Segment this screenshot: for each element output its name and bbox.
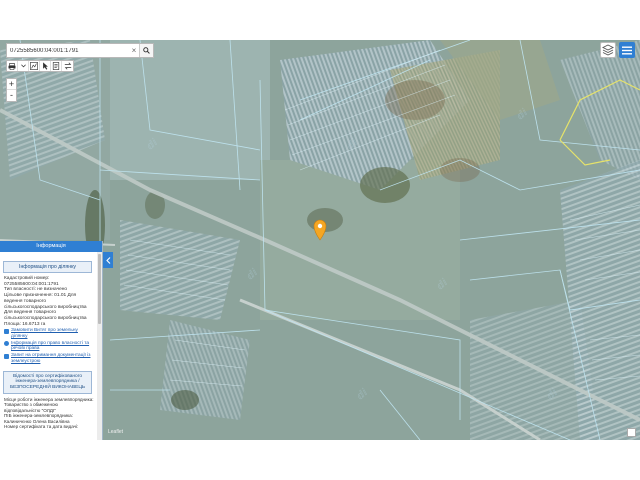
info-panel: Інформація Інформація про ділянку Кадаст… — [0, 241, 103, 440]
chevron-left-icon — [105, 256, 110, 264]
info-line: Для ведення товарного сільськогосподарсь… — [4, 310, 87, 321]
map-toolbar — [6, 60, 74, 72]
select-button[interactable] — [40, 61, 51, 71]
parcel-info: Кадастровий номер: 0725585600:04:001:179… — [0, 273, 97, 365]
swap-icon — [64, 62, 71, 70]
order-extract-link[interactable]: Замовити Витяг про земельну ділянку — [4, 328, 94, 339]
zoom-out-button[interactable]: - — [7, 90, 16, 101]
request-documentation-link[interactable]: Запит на отримання документації із земле… — [4, 353, 94, 364]
measure-button[interactable] — [29, 61, 40, 71]
map-frame: ⅆⅈ ⅆⅈ ⅆⅈ ⅆⅈ ⅆⅈ ⅆⅈ ⅆⅈ × — [0, 40, 640, 440]
collapse-panel-button[interactable] — [103, 252, 113, 268]
dropdown-button[interactable] — [18, 61, 29, 71]
parcel-info-title: Інформація про ділянку — [3, 261, 92, 273]
swap-button[interactable] — [62, 61, 73, 71]
chevron-down-icon — [20, 64, 26, 68]
info-button[interactable] — [51, 61, 62, 71]
search-icon — [143, 47, 150, 54]
engineer-line: ПІБ інженера-землевпорядника: Калиничєнк… — [4, 413, 73, 424]
layers-button[interactable] — [600, 42, 616, 58]
map-attribution[interactable]: Leaflet — [108, 429, 123, 435]
cursor-icon — [42, 62, 48, 70]
engineer-info-title: Відомості про сертифікованого інженера-з… — [3, 370, 92, 394]
menu-button[interactable] — [619, 42, 635, 58]
engineer-line: Номер сертифіката та дата видачі: — [4, 424, 79, 430]
fullscreen-button[interactable] — [627, 428, 636, 437]
panel-header: Інформація — [0, 241, 102, 252]
document-info-icon — [52, 62, 60, 70]
print-button[interactable] — [7, 61, 18, 71]
link-label: Запит на отримання документації із земле… — [11, 353, 91, 364]
panel-scrollbar[interactable] — [97, 252, 102, 440]
link-label: Інформація про право власності та речові… — [11, 340, 90, 352]
clear-search-icon[interactable]: × — [129, 44, 139, 57]
engineer-line: Місце роботи інженера землевпорядника: Т… — [4, 396, 94, 413]
engineer-info: Місце роботи інженера землевпорядника: Т… — [0, 394, 97, 430]
zoom-control: + - — [6, 78, 17, 102]
document-icon — [4, 353, 9, 359]
document-icon — [4, 328, 9, 334]
search-bar: × — [6, 43, 154, 58]
layers-icon — [602, 44, 614, 56]
info-icon — [4, 341, 9, 347]
search-button[interactable] — [139, 44, 153, 57]
search-input[interactable] — [7, 44, 129, 57]
panel-body[interactable]: Інформація про ділянку Кадастровий номер… — [0, 252, 102, 440]
hamburger-icon — [622, 46, 632, 54]
zoom-in-button[interactable]: + — [7, 79, 16, 90]
measure-icon — [30, 62, 38, 70]
ownership-info-link[interactable]: Інформація про право власності та речові… — [4, 341, 94, 352]
scroll-thumb[interactable] — [98, 254, 101, 324]
link-label: Замовити Витяг про земельну ділянку — [11, 328, 78, 340]
info-line: Цільове призначення: 01.01 Для ведення т… — [4, 293, 87, 310]
info-line: Площа: 16.6713 га — [4, 321, 46, 327]
print-icon — [8, 62, 16, 70]
